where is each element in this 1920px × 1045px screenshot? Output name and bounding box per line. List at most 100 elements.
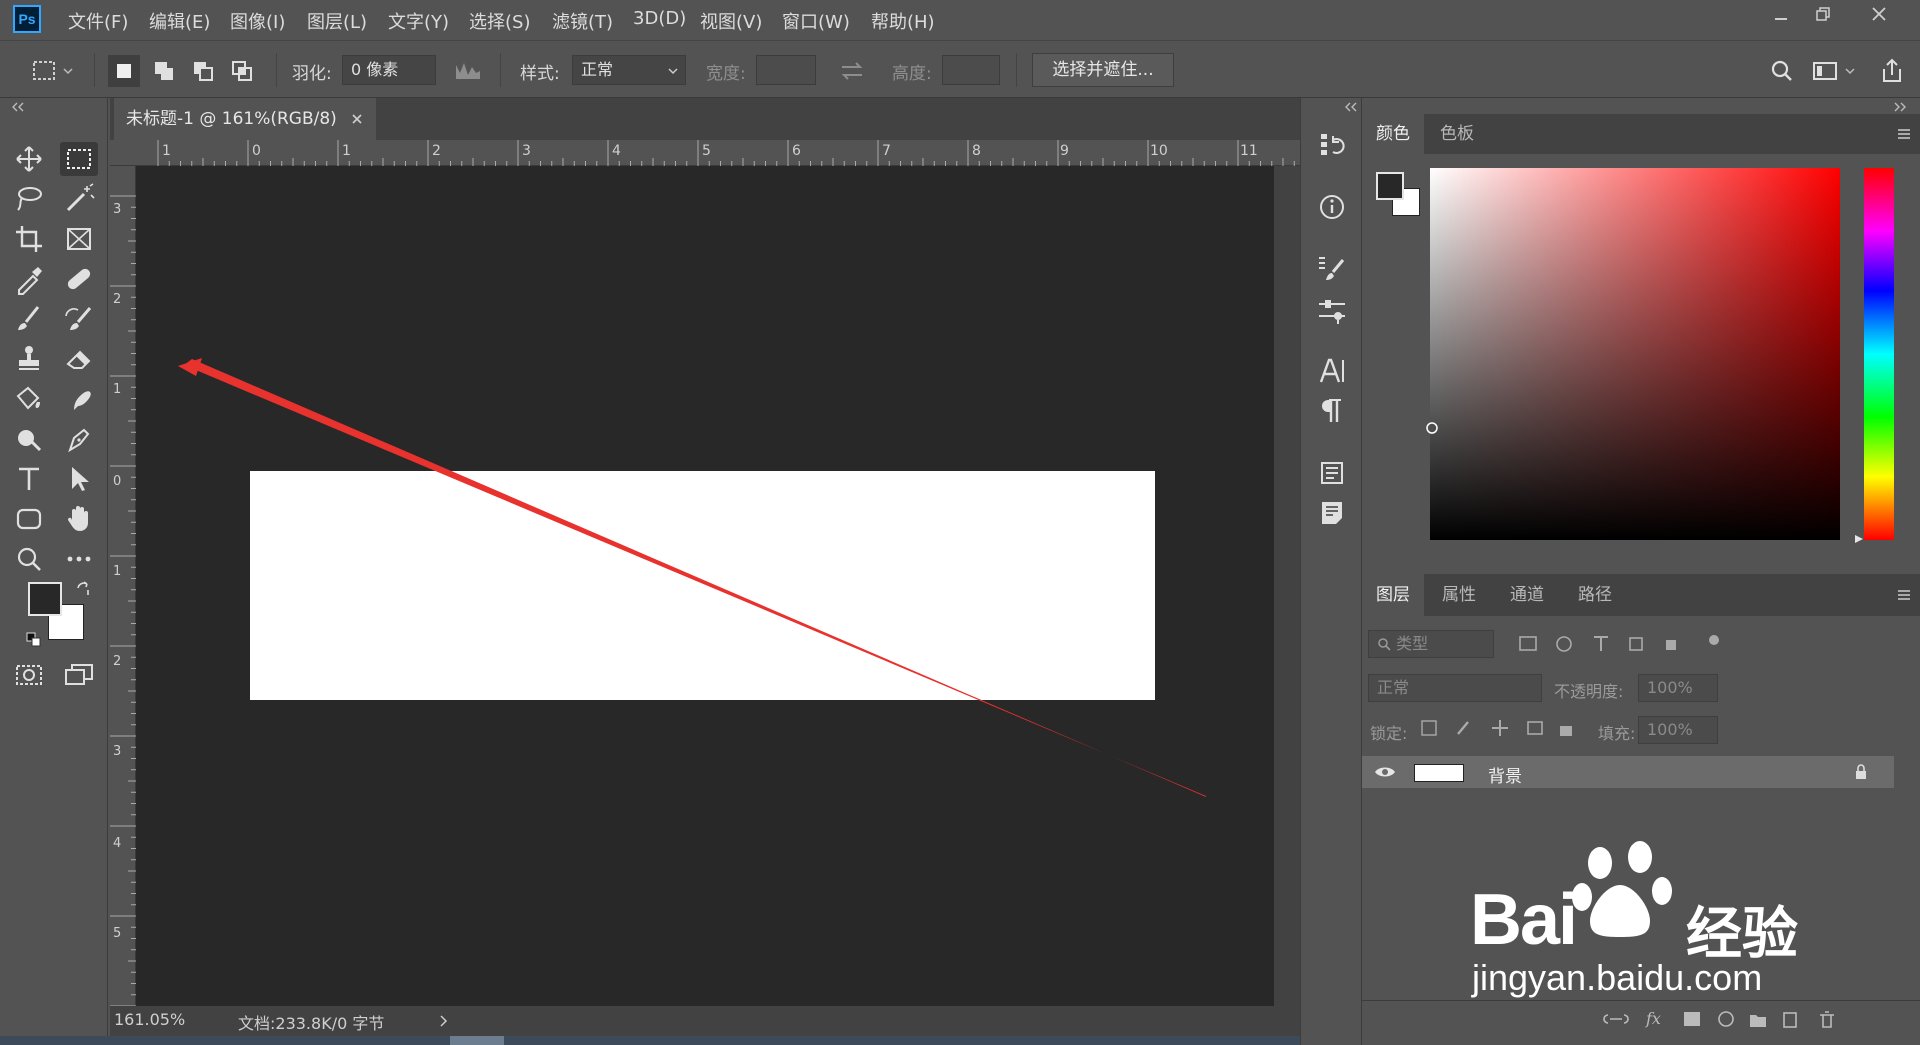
height-input[interactable] — [942, 55, 1000, 85]
blend-mode-select[interactable]: 正常 — [1368, 674, 1542, 702]
menu-edit[interactable]: 编辑(E) — [149, 8, 210, 34]
new-selection-button[interactable] — [108, 55, 140, 87]
select-and-mask-button[interactable]: 选择并遮住... — [1032, 53, 1174, 87]
close-tab-icon[interactable] — [350, 112, 364, 126]
expand-panels-icon[interactable] — [1892, 102, 1908, 112]
menu-view[interactable]: 视图(V) — [700, 8, 762, 34]
intersect-selection-button[interactable] — [226, 55, 258, 87]
vertical-scrollbar[interactable] — [1274, 166, 1300, 1010]
fx-icon[interactable]: fx — [1645, 1009, 1661, 1028]
feather-input[interactable]: 0 像素 — [342, 55, 436, 85]
info-panel-button[interactable] — [1315, 190, 1349, 224]
minimize-button[interactable] — [1758, 2, 1804, 32]
menu-window[interactable]: 窗口(W) — [782, 8, 850, 34]
tab-channels[interactable]: 通道 — [1496, 574, 1558, 616]
smudge-tool[interactable] — [60, 382, 98, 416]
notes-panel-button[interactable] — [1315, 496, 1349, 530]
hue-slider[interactable] — [1864, 168, 1894, 540]
panel-menu-icon[interactable] — [1896, 126, 1912, 142]
paint-bucket-tool[interactable] — [10, 382, 48, 416]
menu-help[interactable]: 帮助(H) — [871, 8, 935, 34]
collapse-dock-icon[interactable] — [1343, 102, 1359, 112]
anti-alias-toggle[interactable] — [452, 55, 484, 87]
adjustment-filter-icon[interactable] — [1556, 636, 1572, 652]
new-adjustment-icon[interactable] — [1718, 1011, 1734, 1027]
color-picker-field[interactable] — [1430, 168, 1840, 540]
layer-name[interactable]: 背景 — [1488, 762, 1522, 787]
panel-foreground-swatch[interactable] — [1376, 172, 1404, 200]
link-layers-icon[interactable] — [1603, 1014, 1629, 1024]
shape-filter-icon[interactable] — [1629, 637, 1643, 651]
tab-swatches[interactable]: 色板 — [1426, 114, 1488, 154]
search-button[interactable] — [1766, 55, 1798, 87]
menu-type[interactable]: 文字(Y) — [388, 8, 449, 34]
share-button[interactable] — [1876, 55, 1908, 87]
vertical-ruler[interactable]: 3 2 1 0 1 2 3 4 5 — [110, 166, 136, 1010]
quick-mask-button[interactable] — [10, 658, 48, 692]
foreground-color-swatch[interactable] — [28, 582, 62, 616]
history-brush-tool[interactable] — [60, 302, 98, 336]
pixel-filter-icon[interactable] — [1519, 636, 1537, 651]
rectangle-tool[interactable] — [10, 502, 48, 536]
swap-colors-icon[interactable] — [74, 580, 92, 598]
hand-tool[interactable] — [60, 502, 98, 536]
dodge-tool[interactable] — [10, 422, 48, 456]
edit-toolbar-button[interactable] — [60, 542, 98, 576]
lock-pixels-icon[interactable] — [1457, 721, 1469, 735]
filter-toggle-icon[interactable] — [1709, 635, 1719, 645]
eye-icon[interactable] — [1374, 764, 1396, 780]
layer-row[interactable]: 背景 — [1362, 756, 1894, 788]
swap-dimensions-button[interactable] — [836, 55, 868, 87]
eraser-tool[interactable] — [60, 342, 98, 376]
workspace-switcher[interactable] — [1810, 55, 1858, 87]
type-tool[interactable] — [10, 462, 48, 496]
pen-tool[interactable] — [60, 422, 98, 456]
new-group-icon[interactable] — [1750, 1015, 1766, 1027]
menu-filter[interactable]: 滤镜(T) — [552, 8, 613, 34]
opacity-input[interactable]: 100% — [1638, 674, 1718, 702]
magic-wand-tool[interactable] — [60, 182, 98, 216]
tab-properties[interactable]: 属性 — [1428, 574, 1490, 616]
trash-icon[interactable] — [1820, 1011, 1834, 1028]
horizontal-ruler[interactable]: 1 0 1 2 3 4 5 6 7 8 9 10 11 — [110, 140, 1300, 166]
crop-tool[interactable] — [10, 222, 48, 256]
menu-image[interactable]: 图像(I) — [230, 8, 285, 34]
move-tool[interactable] — [10, 142, 48, 176]
type-filter-icon[interactable] — [1594, 636, 1608, 651]
fill-input[interactable]: 100% — [1638, 716, 1718, 744]
close-window-button[interactable] — [1856, 2, 1902, 32]
tool-preset-picker[interactable] — [28, 55, 73, 87]
paragraph-panel-button[interactable] — [1315, 394, 1349, 428]
frame-tool[interactable] — [60, 222, 98, 256]
path-selection-tool[interactable] — [60, 462, 98, 496]
menu-select[interactable]: 选择(S) — [469, 8, 530, 34]
lock-transparency-icon[interactable] — [1421, 720, 1437, 736]
screen-mode-button[interactable] — [60, 658, 98, 692]
chevron-right-icon[interactable] — [438, 1014, 450, 1028]
libraries-panel-button[interactable] — [1315, 456, 1349, 490]
eyedropper-tool[interactable] — [10, 262, 48, 296]
add-selection-button[interactable] — [148, 55, 180, 87]
add-mask-icon[interactable] — [1684, 1012, 1700, 1026]
history-panel-button[interactable] — [1315, 128, 1349, 162]
new-layer-icon[interactable] — [1783, 1012, 1797, 1028]
hue-slider-handle[interactable] — [1853, 533, 1865, 545]
lock-artboard-icon[interactable] — [1527, 721, 1543, 735]
lasso-tool[interactable] — [10, 182, 48, 216]
tab-paths[interactable]: 路径 — [1564, 574, 1626, 616]
menu-layer[interactable]: 图层(L) — [307, 8, 367, 34]
tab-color[interactable]: 颜色 — [1362, 114, 1424, 154]
menu-file[interactable]: 文件(F) — [68, 8, 128, 34]
style-select[interactable]: 正常 — [572, 55, 686, 85]
document-tab[interactable]: 未标题-1 @ 161%(RGB/8) — [114, 98, 376, 140]
lock-all-icon[interactable] — [1560, 726, 1572, 736]
brush-settings-button[interactable] — [1315, 252, 1349, 286]
horizontal-scroll-thumb[interactable] — [450, 1036, 504, 1045]
clone-stamp-tool[interactable] — [10, 342, 48, 376]
collapse-toolbar-icon[interactable] — [10, 102, 26, 112]
lock-position-icon[interactable] — [1492, 720, 1508, 736]
adjustments-button[interactable] — [1315, 294, 1349, 328]
width-input[interactable] — [756, 55, 816, 85]
subtract-selection-button[interactable] — [187, 55, 219, 87]
smart-object-filter-icon[interactable] — [1666, 640, 1676, 650]
